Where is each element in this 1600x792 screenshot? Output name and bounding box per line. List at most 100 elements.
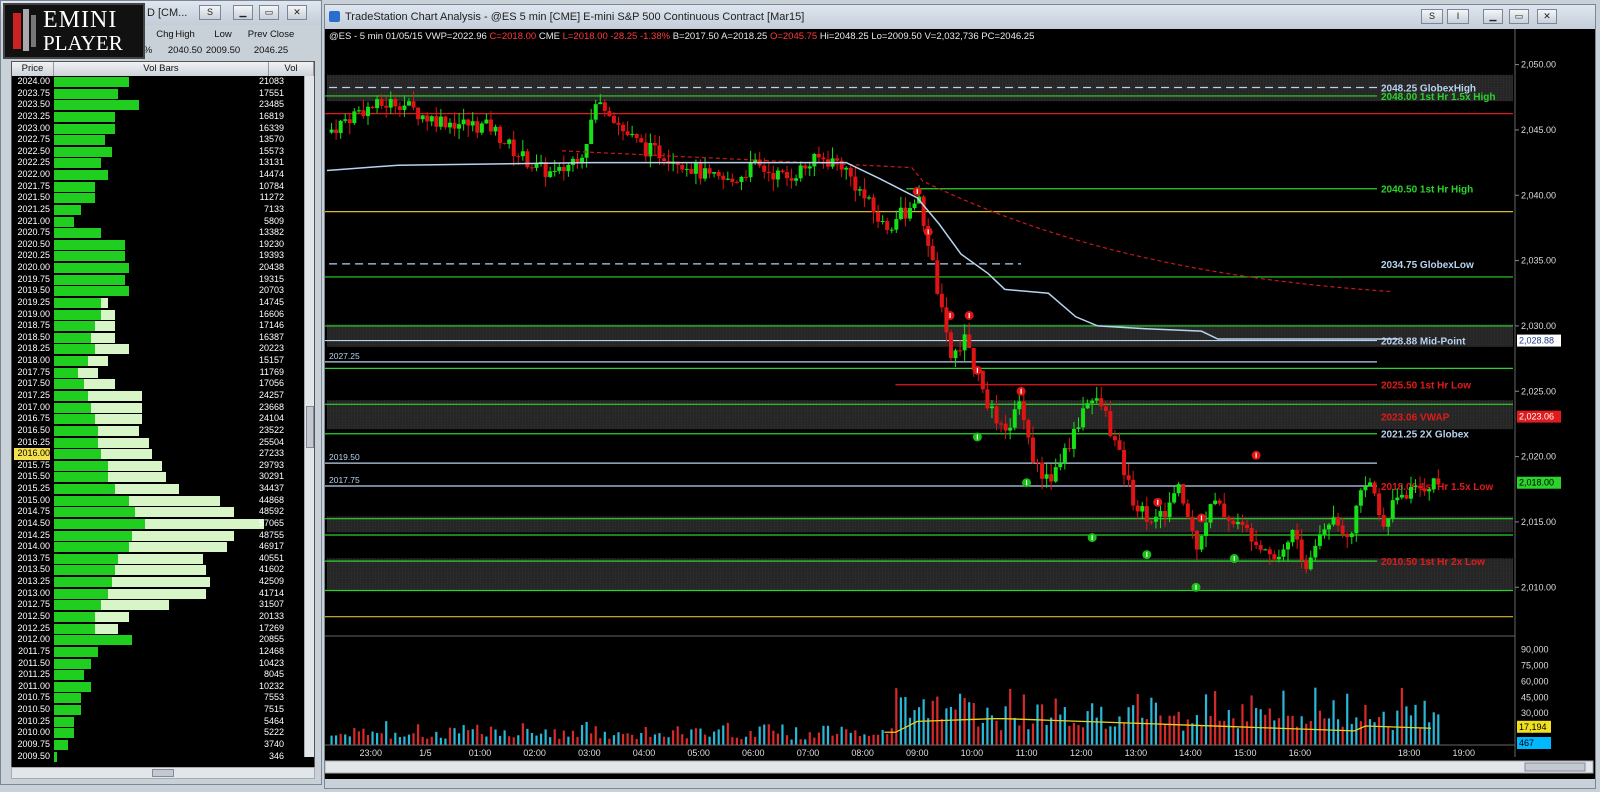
volume-row: 2013.50 41602 (12, 564, 286, 576)
row-volume: 10423 (258, 657, 284, 668)
buy-volume-bar (54, 309, 102, 320)
price-tick-label: 2,010.00 (1521, 582, 1556, 592)
left-minimize-button[interactable]: ▁ (233, 5, 253, 20)
candle-body (703, 168, 708, 179)
price-tick-label: 2,045.00 (1521, 125, 1556, 135)
row-volume: 3740 (263, 738, 284, 749)
row-volume: 42509 (258, 576, 284, 587)
buy-volume-bar (54, 553, 119, 564)
buy-volume-bar (54, 135, 105, 146)
candle-body (930, 245, 935, 261)
volume-tick-label: 60,000 (1521, 676, 1549, 686)
candle-body (447, 122, 452, 128)
candle-body (639, 138, 644, 143)
candle-body (1112, 436, 1117, 441)
sell-volume-bar (128, 542, 227, 553)
chart-horizontal-scrollbar[interactable] (325, 760, 1594, 774)
row-price: 2024.00 (17, 76, 50, 86)
level-label: 2010.50 1st Hr 2x Low (1381, 557, 1485, 568)
col-price-header[interactable]: Price (12, 62, 54, 76)
left-scroll-thumb[interactable] (306, 406, 314, 448)
time-tick-label: 16:00 (1289, 748, 1312, 758)
price-chart[interactable]: @ES - 5 min 01/05/15 VWP=2022.96 C=2018.… (325, 5, 1595, 787)
row-price: 2021.25 (17, 203, 50, 214)
candle-body (789, 178, 794, 181)
left-horizontal-scrollbar[interactable] (11, 767, 315, 779)
candle-body (1326, 524, 1331, 530)
row-volume: 25504 (258, 436, 284, 447)
volume-row: 2020.25 19393 (12, 250, 286, 262)
buy-volume-bar (54, 751, 58, 762)
high-header: High (175, 29, 195, 40)
col-volbars-header[interactable]: Vol Bars (54, 62, 269, 76)
candle-body (794, 178, 799, 181)
row-volume: 15157 (258, 355, 284, 366)
candle-body (630, 133, 635, 136)
buy-volume-bar (54, 716, 75, 727)
row-price: 2013.00 (17, 587, 50, 598)
price-tick-label: 2,015.00 (1521, 517, 1556, 527)
row-price: 2016.25 (17, 436, 50, 447)
price-tick-label: 2,050.00 (1521, 60, 1556, 70)
left-maximize-button[interactable]: ▭ (259, 5, 279, 20)
row-volume: 41602 (258, 564, 284, 575)
candle-body (598, 102, 603, 105)
row-price: 2013.50 (17, 564, 50, 575)
candle-body (1017, 401, 1022, 410)
left-hscroll-thumb[interactable] (152, 769, 174, 777)
volume-marker-label: 17,194 (1519, 722, 1547, 732)
row-price: 2019.00 (17, 308, 50, 319)
candle-body (1035, 462, 1040, 464)
buy-volume-bar (54, 577, 112, 588)
left-vertical-scrollbar[interactable] (304, 76, 314, 757)
left-s-menu-button[interactable]: S (199, 5, 221, 20)
volume-row: 2022.50 15573 (12, 146, 286, 158)
col-vol-header[interactable]: Vol (269, 62, 314, 76)
candle-body (1299, 539, 1304, 561)
row-price: 2017.00 (17, 401, 50, 412)
volume-row: 2023.75 17551 (12, 88, 286, 100)
candle-body (1026, 420, 1031, 438)
buy-volume-bar (54, 356, 88, 367)
candle-body (557, 166, 562, 171)
candle-body (689, 168, 694, 174)
buy-volume-bar (54, 123, 115, 134)
volume-row: 2010.25 5464 (12, 716, 286, 728)
buy-volume-bar (54, 146, 112, 157)
candle-body (1235, 521, 1240, 525)
sell-volume-bar (108, 588, 207, 599)
candle-body (457, 124, 462, 129)
candle-body (611, 116, 616, 123)
candle-body (393, 99, 398, 107)
left-close-button[interactable]: ✕ (287, 5, 307, 20)
candle-body (616, 122, 621, 125)
candle-body (725, 178, 730, 180)
candle-body (1085, 403, 1090, 409)
candle-body (429, 116, 434, 122)
logo-text-emini: EMINI (43, 7, 118, 33)
candle-body (1090, 400, 1095, 404)
candle-body (438, 116, 443, 127)
row-price: 2012.75 (17, 599, 50, 610)
candle-body (1231, 520, 1236, 525)
row-volume: 17146 (258, 320, 284, 331)
chart-scroll-thumb[interactable] (1524, 762, 1586, 772)
row-volume: 41714 (258, 587, 284, 598)
candle-body (397, 106, 402, 110)
candle-body (1003, 423, 1008, 431)
row-volume: 19315 (258, 273, 284, 284)
buy-volume-bar (54, 88, 119, 99)
candle-body (1267, 549, 1272, 555)
candle-body (1258, 545, 1263, 550)
volume-row: 2012.50 20133 (12, 611, 286, 623)
row-price: 2010.75 (17, 692, 50, 703)
candle-body (1217, 500, 1222, 504)
volume-row: 2017.25 24257 (12, 390, 286, 402)
candle-body (876, 212, 881, 222)
candle-body (958, 350, 963, 352)
buy-volume-bar (54, 484, 115, 495)
candle-body (948, 332, 953, 359)
buy-volume-bar (54, 542, 129, 553)
candle-body (652, 142, 657, 146)
chart-analysis-window: TradeStation Chart Analysis - @ES 5 min … (324, 4, 1596, 789)
